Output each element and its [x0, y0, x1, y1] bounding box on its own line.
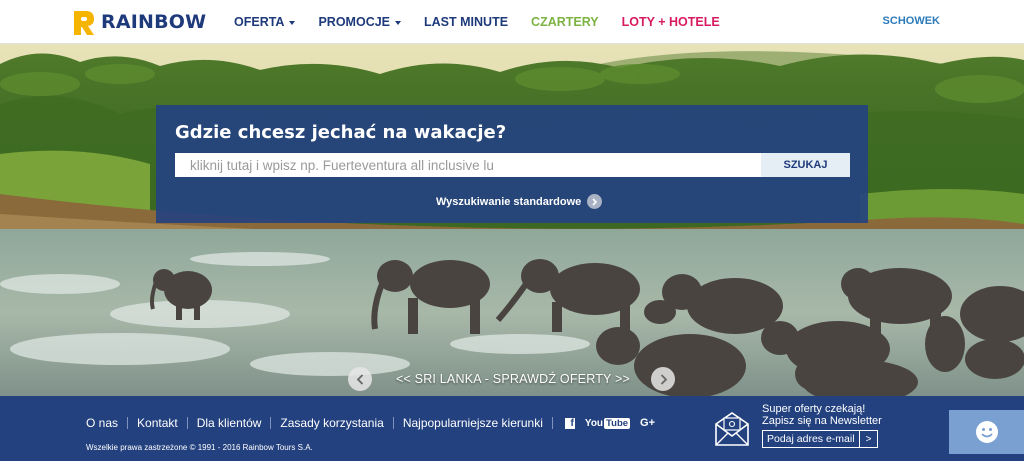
smiley-icon	[975, 421, 998, 443]
divider	[392, 417, 394, 429]
chevron-down-icon	[289, 20, 296, 25]
search-input[interactable]	[175, 153, 761, 177]
chevron-right-icon	[660, 373, 667, 385]
nav-oferta-label: OFERTA	[234, 15, 285, 29]
slider-prev-button[interactable]	[348, 367, 372, 391]
nav-loty-hotele[interactable]: LOTY + HOTELE	[622, 15, 720, 29]
standard-search-label: Wyszukiwanie standardowe	[436, 195, 582, 208]
nav-last-minute[interactable]: LAST MINUTE	[424, 15, 508, 29]
logo-text: RAINBOW	[101, 11, 207, 33]
divider	[127, 417, 129, 429]
youtube-icon-you: You	[584, 417, 604, 429]
nav-czartery-label: CZARTERY	[531, 15, 599, 29]
newsletter-line1: Super oferty czekają!	[762, 403, 866, 415]
standard-search-link[interactable]: Wyszukiwanie standardowe	[436, 194, 603, 209]
slider-next-button[interactable]	[651, 367, 675, 391]
social-links: f You Tube G+	[564, 417, 665, 429]
footer-link-dla-klientow[interactable]: Dla klientów	[197, 416, 262, 430]
footer-link-o-nas[interactable]: O nas	[86, 416, 118, 430]
copyright-text: Wszelkie prawa zastrzeżone © 1991 - 2016…	[86, 443, 313, 452]
site-header: RAINBOW OFERTA PROMOCJE LAST MINUTE CZAR…	[0, 0, 1024, 44]
nav-oferta[interactable]: OFERTA	[234, 15, 296, 29]
chevron-down-icon	[395, 20, 402, 25]
google-plus-icon[interactable]: G+	[640, 417, 655, 429]
footer-links: O nas Kontakt Dla klientów Zasady korzys…	[86, 416, 665, 430]
nav-promocje-label: PROMOCJE	[318, 15, 391, 29]
hero-banner: Gdzie chcesz jechać na wakacje? SZUKAJ W…	[0, 44, 1024, 396]
facebook-icon[interactable]: f	[564, 417, 575, 429]
schowek-link[interactable]: SCHOWEK	[883, 15, 940, 27]
chat-button[interactable]	[949, 410, 1024, 454]
youtube-icon[interactable]: You Tube	[584, 417, 631, 429]
rainbow-logo-icon	[74, 10, 94, 35]
divider	[270, 417, 272, 429]
divider	[186, 417, 188, 429]
search-button[interactable]: SZUKAJ	[761, 153, 850, 177]
chevron-right-icon	[587, 194, 603, 209]
footer-link-kontakt[interactable]: Kontakt	[137, 416, 178, 430]
footer-link-kierunki[interactable]: Najpopularniejsze kierunki	[403, 416, 543, 430]
chevron-left-icon	[356, 373, 363, 385]
newsletter-line2: Zapisz się na Newsletter	[762, 415, 882, 427]
search-title: Gdzie chcesz jechać na wakacje?	[175, 122, 507, 143]
newsletter-submit-button[interactable]: >	[859, 431, 877, 447]
site-footer: O nas Kontakt Dla klientów Zasady korzys…	[0, 396, 1024, 461]
divider	[551, 417, 553, 429]
newsletter-text: Super oferty czekają! Zapisz się na News…	[762, 403, 882, 427]
nav-loty-hotele-label: LOTY + HOTELE	[621, 15, 720, 29]
nav-czartery[interactable]: CZARTERY	[531, 15, 599, 29]
envelope-icon	[715, 412, 749, 446]
main-nav: OFERTA PROMOCJE LAST MINUTE CZARTERY LOT…	[234, 0, 743, 44]
rainbow-logo[interactable]: RAINBOW	[72, 8, 206, 36]
newsletter-form: >	[762, 430, 878, 448]
youtube-icon-tube: Tube	[604, 417, 631, 429]
nav-promocje[interactable]: PROMOCJE	[318, 15, 402, 29]
slider-caption-link[interactable]: << SRI LANKA - SPRAWDŹ OFERTY >>	[396, 372, 630, 386]
footer-link-zasady[interactable]: Zasady korzystania	[280, 416, 383, 430]
search-panel: Gdzie chcesz jechać na wakacje? SZUKAJ W…	[156, 105, 868, 223]
newsletter-email-input[interactable]	[763, 431, 859, 447]
nav-last-minute-label: LAST MINUTE	[424, 15, 509, 29]
